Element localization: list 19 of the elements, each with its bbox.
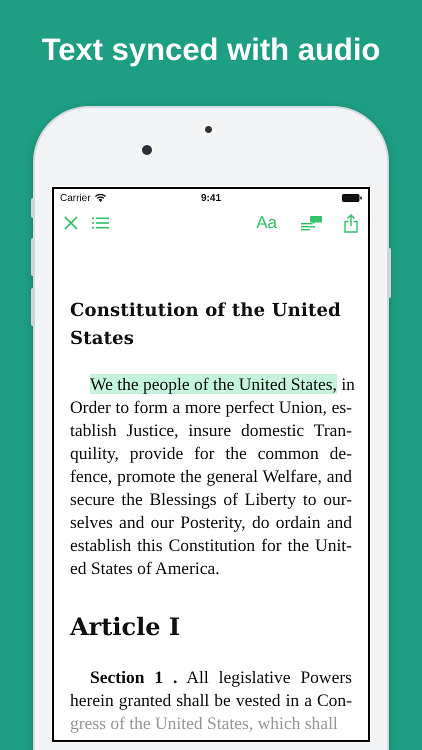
contents-button[interactable]: [92, 217, 109, 229]
wifi-icon: [94, 194, 106, 202]
camera-icon: [142, 145, 152, 155]
document-title: Constitution of the United States: [70, 299, 342, 351]
audio-sync-button[interactable]: [301, 216, 322, 230]
list-icon: [92, 217, 109, 229]
text-bubble-icon: [301, 216, 322, 230]
close-button[interactable]: [64, 216, 78, 230]
share-icon: [344, 214, 358, 232]
section-heading: Article I: [70, 611, 182, 643]
status-time: 9:41: [201, 192, 222, 204]
share-button[interactable]: [344, 214, 358, 232]
close-icon: [64, 216, 78, 230]
battery-icon: [342, 194, 362, 202]
speaker-icon: [205, 126, 212, 133]
headline: Text synced with audio: [40, 31, 382, 69]
carrier-label: Carrier: [60, 192, 91, 204]
font-settings-button[interactable]: Aa: [256, 213, 277, 233]
paragraph: Section 1 . All legislative Powers herein granted shall be vested in a Con- gress of the United States, which shall: [70, 666, 352, 735]
